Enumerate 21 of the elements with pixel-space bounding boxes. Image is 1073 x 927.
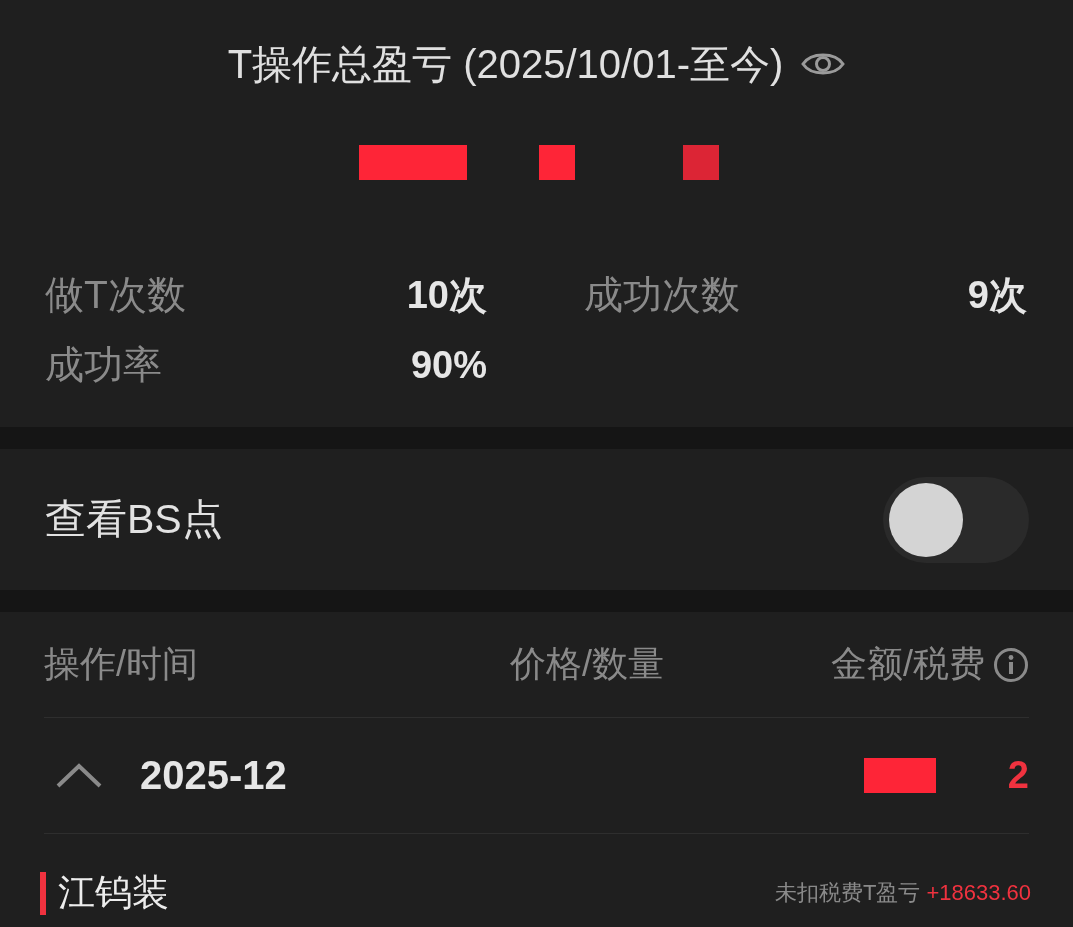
month-total: 2	[1007, 754, 1029, 797]
stat-value: 9次	[967, 272, 1027, 318]
pnl-value: +18633.60	[926, 880, 1031, 906]
stat-label: 成功次数	[584, 272, 740, 318]
column-header: 操作/时间	[44, 643, 198, 684]
stat-value: 10次	[406, 272, 487, 318]
stat-value: 90%	[410, 343, 487, 387]
accent-bar	[40, 871, 46, 915]
stat-label: 做T次数	[45, 272, 186, 318]
column-header: 金额/税费	[831, 642, 985, 686]
stat-label: 成功率	[45, 342, 162, 388]
summary-title: T操作总盈亏 (2025/10/01-至今)	[227, 41, 784, 88]
info-icon[interactable]	[993, 646, 1029, 683]
redaction-block	[538, 145, 575, 180]
chevron-up-icon[interactable]	[55, 762, 103, 789]
toggle-label: 查看BS点	[45, 495, 223, 544]
redaction-block	[682, 145, 719, 180]
month-label: 2025-12	[140, 753, 287, 798]
pnl-label: 未扣税费T盈亏	[774, 879, 921, 907]
stock-name: 江钨装	[58, 871, 169, 915]
column-header: 价格/数量	[510, 643, 664, 684]
